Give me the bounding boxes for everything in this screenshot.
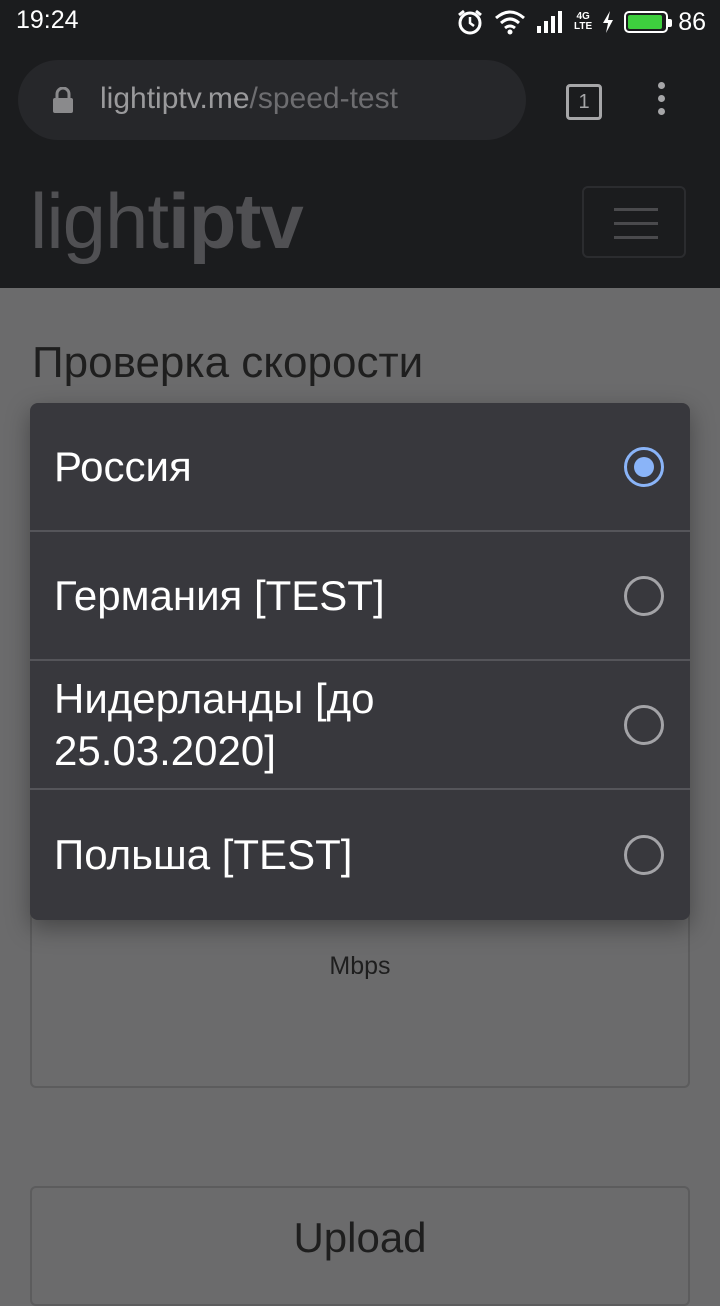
hamburger-menu-button[interactable] <box>582 186 686 258</box>
site-header: lightiptv <box>0 156 720 288</box>
status-time: 19:24 <box>16 6 79 34</box>
page-title: Проверка скорости <box>32 338 424 387</box>
speed-unit: Mbps <box>329 952 391 980</box>
logo-bold-text: iptv <box>168 177 304 265</box>
upload-button[interactable]: Upload <box>30 1186 690 1306</box>
server-option-netherlands[interactable]: Нидерланды [до 25.03.2020] <box>30 661 690 790</box>
address-bar[interactable]: lightiptv.me/speed-test <box>18 60 526 140</box>
wifi-icon <box>495 10 526 35</box>
option-label: Германия [TEST] <box>54 571 385 619</box>
radio-unselected-icon[interactable] <box>624 834 664 875</box>
status-icons: 4G LTE 86 <box>456 6 706 38</box>
alarm-icon <box>458 9 482 35</box>
url-host: lightiptv.me <box>100 82 250 115</box>
option-label: Россия <box>54 442 192 490</box>
signal-icon <box>537 11 563 33</box>
status-bar: 19:24 4G LTE 86 <box>0 0 720 44</box>
charging-icon <box>603 11 614 33</box>
server-option-germany[interactable]: Германия [TEST] <box>30 532 690 661</box>
tab-switcher-button[interactable]: 1 <box>566 84 602 120</box>
server-option-poland[interactable]: Польша [TEST] <box>30 790 690 919</box>
network-type: 4G LTE <box>574 11 593 32</box>
battery-icon <box>624 11 673 33</box>
option-label: Польша [TEST] <box>54 830 353 878</box>
server-select-dialog: Россия Германия [TEST] Нидерланды [до 25… <box>30 403 690 920</box>
lock-icon <box>53 87 73 113</box>
radio-unselected-icon[interactable] <box>624 575 664 616</box>
site-logo[interactable]: lightiptv <box>30 176 304 267</box>
url-path: /speed-test <box>249 82 398 115</box>
battery-percent: 86 <box>678 7 706 36</box>
radio-unselected-icon[interactable] <box>624 704 664 745</box>
browser-toolbar: lightiptv.me/speed-test 1 <box>0 44 720 156</box>
more-menu-icon[interactable] <box>654 82 668 118</box>
logo-light-text: light <box>30 177 169 265</box>
option-label: Нидерланды [до 25.03.2020] <box>54 674 375 774</box>
server-option-russia[interactable]: Россия <box>30 403 690 532</box>
url-text: lightiptv.me/speed-test <box>100 82 398 116</box>
radio-selected-icon[interactable] <box>624 446 664 487</box>
upload-label: Upload <box>293 1214 427 1261</box>
